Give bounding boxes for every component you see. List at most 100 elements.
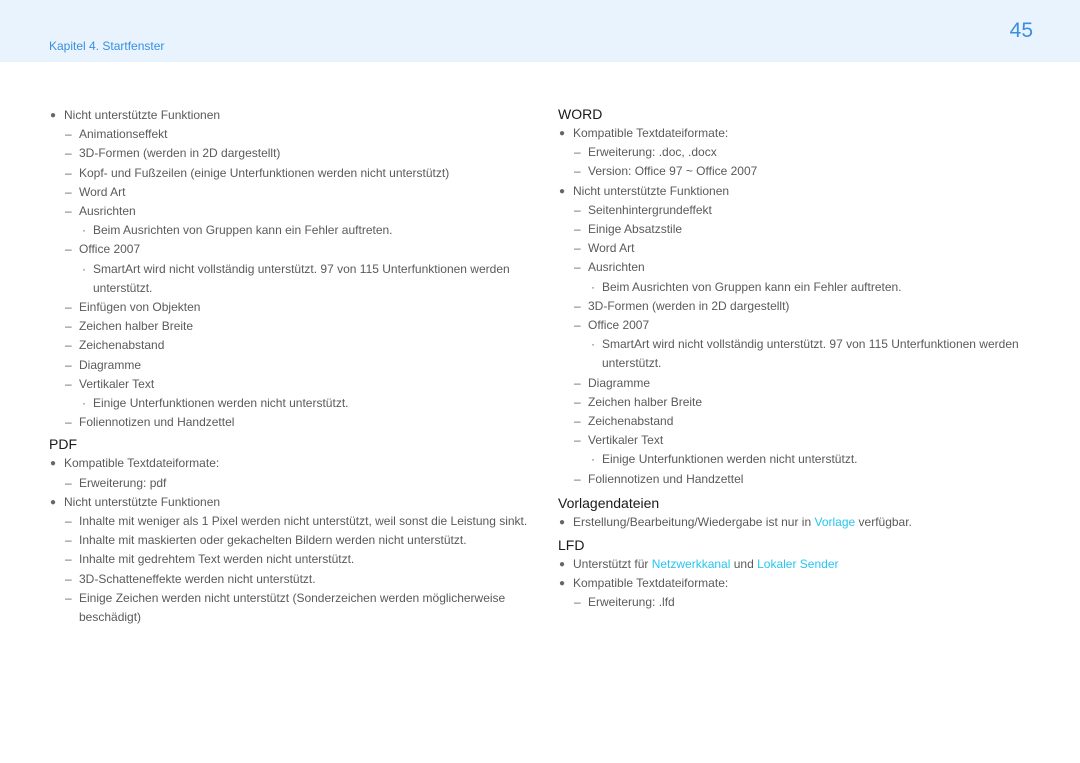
- lokaler-sender-link[interactable]: Lokaler Sender: [757, 557, 838, 571]
- list-item: – Inhalte mit maskierten oder gekachelten…: [49, 531, 529, 550]
- bullet-icon: ●: [559, 559, 566, 571]
- dash-icon: –: [65, 300, 72, 315]
- bullet-icon: ●: [559, 516, 566, 528]
- bullet-icon: ●: [559, 128, 566, 139]
- list-item: – Einige Zeichen werden nicht unterstützt…: [49, 589, 529, 608]
- list-item: – Vertikaler Text: [558, 431, 1038, 450]
- list-item: – Erweiterung: pdf: [49, 474, 529, 493]
- list-item: · Beim Ausrichten von Gruppen kann ein Fe…: [49, 221, 529, 240]
- dash-icon: –: [574, 318, 581, 333]
- list-item: – Diagramme: [558, 374, 1038, 393]
- dash-icon: –: [65, 319, 72, 334]
- bullet-icon: ●: [559, 185, 566, 197]
- list-item: – Inhalte mit weniger als 1 Pixel werden …: [49, 512, 529, 531]
- list-item: – Foliennotizen und Handzettel: [558, 470, 1038, 489]
- dash-icon: –: [65, 357, 72, 372]
- list-item: – Foliennotizen und Handzettel: [49, 413, 529, 432]
- list-item: · Beim Ausrichten von Gruppen kann ein Fe…: [558, 278, 1038, 297]
- list-item: ● Kompatible Textdateiformate:: [49, 454, 529, 473]
- dot-icon: ·: [82, 223, 86, 238]
- vorlage-link[interactable]: Vorlage: [814, 515, 855, 529]
- list-item: ● Nicht unterstützte Funktionen: [558, 182, 1038, 201]
- list-item: – Kopf- und Fußzeilen (einige Unterfunkti…: [49, 164, 529, 183]
- dash-icon: –: [65, 184, 72, 199]
- list-item: – Inhalte mit gedrehtem Text werden nicht…: [49, 550, 529, 569]
- section-heading-templates: Vorlagendateien: [558, 494, 660, 511]
- dash-icon: –: [574, 202, 581, 217]
- list-item: – Office 2007: [49, 240, 529, 259]
- list-item: – Animationseffekt: [49, 125, 529, 144]
- bullet-icon: ●: [559, 578, 566, 590]
- dash-icon: –: [574, 260, 581, 275]
- list-item-continuation: beschädigt): [79, 610, 142, 625]
- dash-icon: –: [65, 475, 72, 490]
- dash-icon: –: [574, 595, 581, 610]
- list-item: – Erweiterung: .lfd: [558, 593, 1038, 612]
- dot-icon: ·: [82, 396, 86, 411]
- right-column: WORD ● Kompatible Textdateiformate: – Erwe…: [558, 105, 1038, 613]
- list-item: · Einige Unterfunktionen werden nicht unt…: [558, 450, 1038, 469]
- dash-icon: –: [574, 471, 581, 486]
- page-header: Kapitel 4. Startfenster 45: [0, 0, 1080, 62]
- list-item: –3D-Schatteneffekte werden nicht unterst…: [49, 570, 529, 589]
- list-item: – Zeichen halber Breite: [49, 317, 529, 336]
- list-item: ● Nicht unterstützte Funktionen: [49, 106, 529, 125]
- section-heading-lfd: LFD: [558, 537, 585, 554]
- dot-icon: ·: [591, 452, 595, 467]
- dash-icon: –: [574, 298, 581, 313]
- dash-icon: –: [65, 514, 72, 529]
- dash-icon: –: [65, 146, 72, 161]
- dot-icon: ·: [82, 261, 86, 276]
- dash-icon: –: [574, 433, 581, 448]
- list-item: ● Nicht unterstützte Funktionen: [49, 493, 529, 512]
- page-number: 45: [1009, 19, 1033, 42]
- list-item: ● Erstellung/Bearbeitung/Wiedergabe ist n…: [558, 513, 1038, 532]
- list-item: – Version: Office 97 ~ Office 2007: [558, 162, 1038, 181]
- list-item: –3D-Formen (werden in 2D dargestellt): [49, 144, 529, 163]
- list-item: – Zeichenabstand: [558, 412, 1038, 431]
- dash-icon: –: [65, 415, 72, 430]
- list-item: – Word Art: [49, 183, 529, 202]
- list-item: – Einige Absatzstile: [558, 220, 1038, 239]
- list-item: – Ausrichten: [558, 258, 1038, 277]
- list-item: ● Kompatible Textdateiformate:: [558, 124, 1038, 143]
- bullet-icon: ●: [50, 496, 57, 508]
- dash-icon: –: [65, 376, 72, 391]
- dash-icon: –: [574, 145, 581, 160]
- list-item: – Zeichen halber Breite: [558, 393, 1038, 412]
- dash-icon: –: [574, 241, 581, 256]
- dash-icon: –: [65, 204, 72, 219]
- bullet-icon: ●: [50, 458, 57, 470]
- dash-icon: –: [65, 338, 72, 353]
- dash-icon: –: [574, 414, 581, 429]
- list-item: – Einfügen von Objekten: [49, 298, 529, 317]
- list-item: ● Unterstützt für Netzwerkkanal und Lokal…: [558, 555, 1038, 574]
- dash-icon: –: [574, 222, 581, 237]
- netzwerkkanal-link[interactable]: Netzwerkkanal: [652, 557, 731, 571]
- list-item: · SmartArt wird nicht vollständig unterst…: [82, 261, 510, 295]
- left-column: ● Nicht unterstützte Funktionen – Animatio…: [49, 106, 529, 627]
- dash-icon: –: [65, 533, 72, 548]
- dot-icon: ·: [591, 337, 595, 352]
- dash-icon: –: [65, 590, 72, 605]
- list-item: – Diagramme: [49, 356, 529, 375]
- list-item: – Ausrichten: [49, 202, 529, 221]
- dash-icon: –: [65, 127, 72, 142]
- list-item: – Erweiterung: .doc, .docx: [558, 143, 1038, 162]
- dot-icon: ·: [591, 279, 595, 294]
- dash-icon: –: [65, 242, 72, 257]
- list-item: ● Kompatible Textdateiformate:: [558, 574, 1038, 593]
- list-item: · SmartArt wird nicht vollständig unterst…: [591, 337, 1019, 371]
- bullet-icon: ●: [50, 110, 57, 121]
- dash-icon: –: [574, 164, 581, 179]
- dash-icon: –: [65, 165, 72, 180]
- section-heading-word: WORD: [558, 106, 603, 122]
- chapter-title: Kapitel 4. Startfenster: [49, 39, 165, 53]
- dash-icon: –: [65, 571, 72, 586]
- list-item: · Einige Unterfunktionen werden nicht unt…: [49, 394, 529, 413]
- dash-icon: –: [65, 552, 72, 567]
- section-heading-pdf: PDF: [49, 436, 77, 453]
- list-item: –3D-Formen (werden in 2D dargestellt): [558, 297, 1038, 316]
- list-item: – Vertikaler Text: [49, 375, 529, 394]
- dash-icon: –: [574, 394, 581, 409]
